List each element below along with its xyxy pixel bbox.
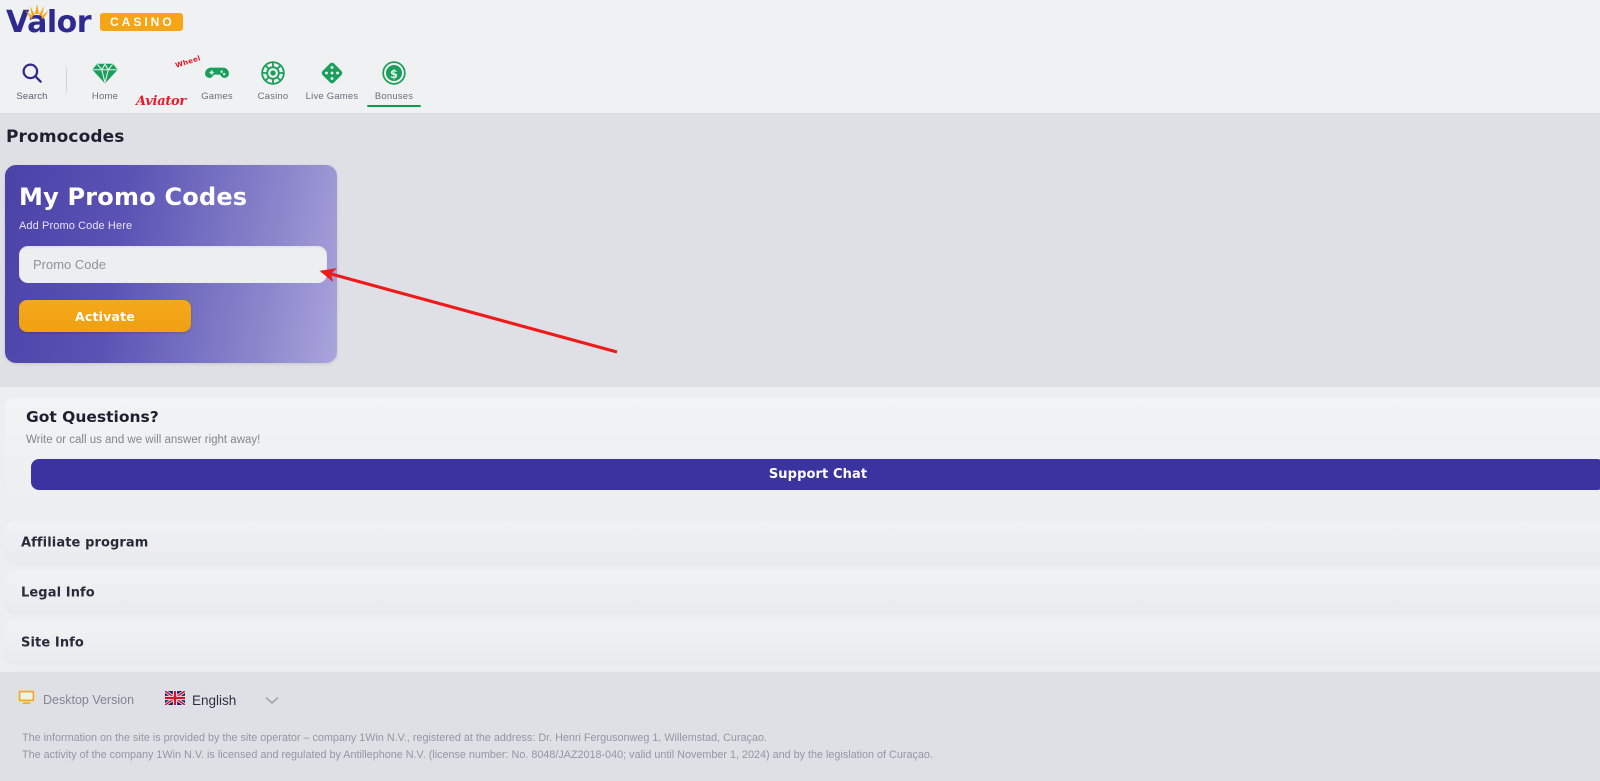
main-nav: Search Home Wheel Aviator Games Casino L… bbox=[0, 54, 1600, 114]
promo-code-input[interactable] bbox=[19, 246, 327, 283]
sidebar-item-label: Live Games bbox=[305, 91, 359, 102]
sidebar-item-home[interactable]: Home bbox=[77, 55, 133, 102]
site-footer: Desktop Version English The information … bbox=[0, 672, 1600, 781]
sidebar-item-live-games[interactable]: Live Games bbox=[301, 55, 363, 102]
gamepad-icon bbox=[204, 60, 230, 86]
logo-suffix: CASINO bbox=[100, 12, 183, 31]
search-icon bbox=[19, 60, 45, 86]
dollar-coin-icon: $ bbox=[381, 60, 407, 86]
monitor-icon bbox=[18, 690, 35, 710]
roulette-wheel-icon bbox=[260, 60, 286, 86]
accordion-affiliate-program[interactable]: Affiliate program bbox=[5, 521, 1600, 565]
language-selector[interactable]: English bbox=[164, 689, 237, 710]
site-header: Valor CASINO Search Home Wheel Aviator G… bbox=[0, 0, 1600, 114]
accordion-label: Site Info bbox=[21, 635, 84, 651]
footer-controls: Desktop Version English bbox=[18, 689, 279, 710]
accordion-site-info[interactable]: Site Info bbox=[5, 621, 1600, 665]
sidebar-item-games[interactable]: Games bbox=[189, 55, 245, 102]
dice-icon bbox=[319, 60, 345, 86]
sidebar-item-label: Home bbox=[91, 91, 119, 102]
nav-divider bbox=[66, 67, 67, 93]
sidebar-item-label: Bonuses bbox=[374, 91, 414, 102]
language-label: English bbox=[192, 692, 237, 708]
got-questions-panel: Got Questions? Write or call us and we w… bbox=[5, 397, 1600, 514]
sidebar-item-casino[interactable]: Casino bbox=[245, 55, 301, 102]
active-tab-indicator bbox=[367, 104, 421, 107]
promo-card-subtitle: Add Promo Code Here bbox=[19, 220, 133, 232]
page-title: Promocodes bbox=[6, 127, 125, 147]
uk-flag-icon bbox=[164, 689, 186, 710]
sidebar-item-search[interactable]: Search bbox=[4, 55, 60, 102]
legal-text: The information on the site is provided … bbox=[22, 730, 1502, 764]
sidebar-item-label: Games bbox=[201, 91, 233, 102]
sidebar-item-bonuses[interactable]: $ Bonuses bbox=[363, 55, 425, 107]
activate-button[interactable]: Activate bbox=[19, 300, 191, 332]
main-content: Promocodes My Promo Codes Add Promo Code… bbox=[0, 114, 1600, 387]
desktop-version-label: Desktop Version bbox=[43, 693, 135, 707]
sidebar-item-label: Search bbox=[16, 91, 48, 102]
brand-logo[interactable]: Valor CASINO bbox=[6, 4, 183, 38]
sidebar-item-label: Aviator bbox=[136, 94, 186, 109]
svg-text:$: $ bbox=[390, 67, 398, 81]
desktop-version-link[interactable]: Desktop Version bbox=[18, 690, 134, 710]
accordion-label: Legal Info bbox=[21, 585, 95, 601]
sidebar-item-label: Casino bbox=[257, 91, 289, 102]
accordion-label: Affiliate program bbox=[21, 535, 149, 551]
chevron-down-icon[interactable] bbox=[265, 693, 279, 708]
questions-title: Got Questions? bbox=[26, 408, 159, 426]
questions-subtitle: Write or call us and we will answer righ… bbox=[26, 434, 261, 446]
support-chat-button[interactable]: Support Chat bbox=[31, 459, 1600, 490]
legal-line-2: The activity of the company 1Win N.V. is… bbox=[22, 749, 933, 761]
legal-line-1: The information on the site is provided … bbox=[22, 732, 767, 744]
sidebar-item-aviator[interactable]: Wheel Aviator bbox=[133, 54, 202, 108]
promo-card-title: My Promo Codes bbox=[19, 183, 248, 211]
crown-icon bbox=[22, 0, 52, 29]
app-root: Valor CASINO Search Home Wheel Aviator G… bbox=[0, 0, 1600, 781]
promo-code-card: My Promo Codes Add Promo Code Here Activ… bbox=[5, 165, 337, 363]
gem-icon bbox=[92, 60, 118, 86]
accordion-legal-info[interactable]: Legal Info bbox=[5, 571, 1600, 615]
